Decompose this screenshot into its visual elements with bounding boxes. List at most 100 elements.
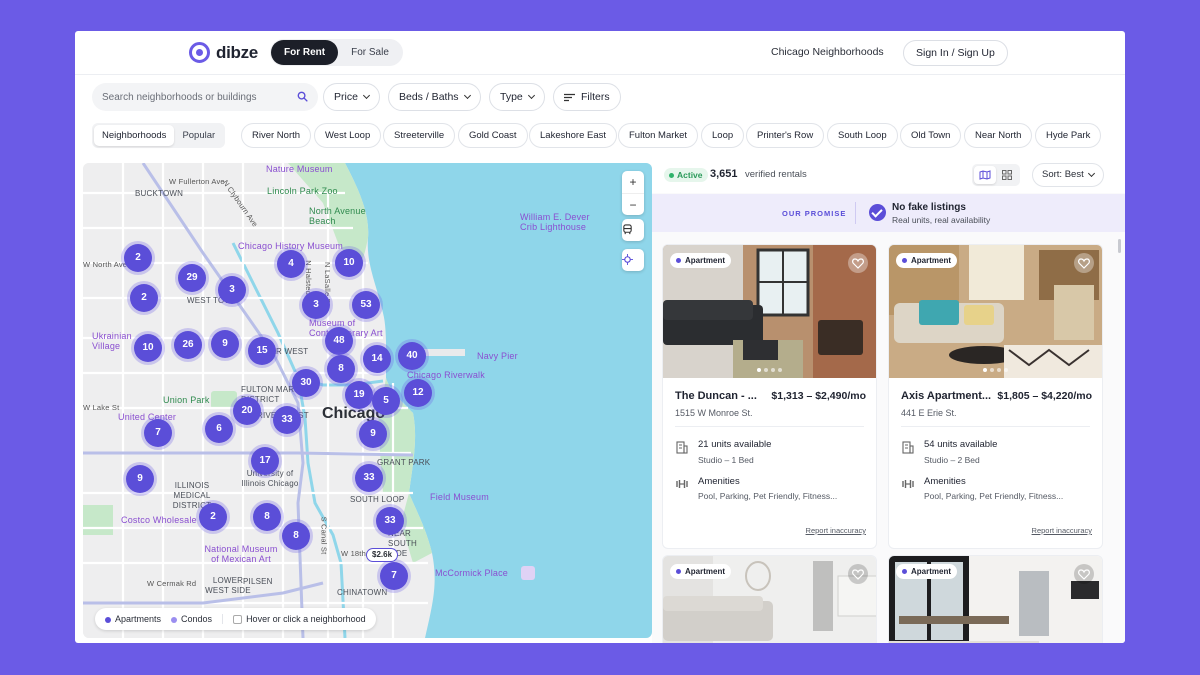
- map-cluster[interactable]: 12: [404, 379, 432, 407]
- map-cluster[interactable]: 7: [144, 419, 172, 447]
- listing-card[interactable]: Apartment Axis Apartment... $1,805 – $4,…: [888, 244, 1103, 549]
- map-cluster[interactable]: 33: [376, 507, 404, 535]
- map-cluster[interactable]: 3: [218, 276, 246, 304]
- pagination-dot[interactable]: [1004, 368, 1008, 372]
- map[interactable]: BUCKTOWN W Fullerton Ave N Clybourn Ave …: [83, 163, 652, 638]
- pagination-dot[interactable]: [764, 368, 768, 372]
- map-cluster[interactable]: 19: [345, 381, 373, 409]
- legend-hint[interactable]: Hover or click a neighborhood: [222, 613, 366, 625]
- listing-type-label: Apartment: [911, 567, 952, 576]
- map-cluster[interactable]: 8: [282, 522, 310, 550]
- map-cluster[interactable]: 6: [205, 415, 233, 443]
- chip-fulton-market[interactable]: Fulton Market: [618, 123, 699, 148]
- map-cluster[interactable]: 40: [398, 342, 426, 370]
- status-dot-icon: [669, 173, 674, 179]
- pagination-dot[interactable]: [997, 368, 1001, 372]
- map-cluster[interactable]: 2: [124, 244, 152, 272]
- more-filters-button[interactable]: Filters: [553, 83, 621, 111]
- listing-name[interactable]: Axis Apartment...: [901, 390, 991, 402]
- pagination-dot[interactable]: [983, 368, 987, 372]
- pagination-dot[interactable]: [771, 368, 775, 372]
- map-cluster[interactable]: 20: [233, 397, 261, 425]
- search-input[interactable]: [102, 91, 287, 103]
- zoom-out-button[interactable]: −: [622, 193, 644, 215]
- map-cluster[interactable]: 10: [335, 249, 363, 277]
- report-inaccuracy-link[interactable]: Report inaccuracy: [1032, 526, 1092, 535]
- favorite-button[interactable]: [848, 564, 868, 584]
- map-cluster[interactable]: 4: [277, 250, 305, 278]
- map-cluster[interactable]: 33: [355, 464, 383, 492]
- favorite-button[interactable]: [1074, 564, 1094, 584]
- sort-dropdown[interactable]: Sort: Best: [1032, 163, 1104, 187]
- legend-condos: Condos: [171, 614, 212, 624]
- map-cluster[interactable]: 33: [273, 406, 301, 434]
- map-cluster[interactable]: 30: [292, 369, 320, 397]
- map-cluster[interactable]: 8: [327, 355, 355, 383]
- logo[interactable]: dibze: [189, 42, 258, 63]
- pagination-dot[interactable]: [778, 368, 782, 372]
- map-cluster[interactable]: 17: [251, 447, 279, 475]
- map-cluster[interactable]: 53: [352, 291, 380, 319]
- results-scrollbar[interactable]: [1118, 239, 1121, 253]
- map-cluster[interactable]: 29: [178, 264, 206, 292]
- map-cluster[interactable]: 2: [199, 503, 227, 531]
- chip-hyde-park[interactable]: Hyde Park: [1035, 123, 1102, 148]
- map-cluster[interactable]: 3: [302, 291, 330, 319]
- zoom-in-button[interactable]: +: [622, 171, 644, 193]
- tab-popular[interactable]: Popular: [174, 125, 223, 146]
- grid-view-button[interactable]: [996, 166, 1018, 184]
- map-cluster[interactable]: 10: [134, 334, 162, 362]
- map-cluster[interactable]: 7: [380, 562, 408, 590]
- transit-toggle[interactable]: [622, 219, 644, 241]
- listing-photo[interactable]: Apartment: [889, 556, 1102, 643]
- signin-button[interactable]: Sign In / Sign Up: [903, 40, 1008, 66]
- map-cluster[interactable]: 2: [130, 284, 158, 312]
- map-cluster[interactable]: 8: [253, 503, 281, 531]
- chip-gold-coast[interactable]: Gold Coast: [458, 123, 528, 148]
- check-icon: [869, 204, 886, 221]
- listing-photo[interactable]: Apartment: [663, 556, 876, 643]
- listing-name[interactable]: The Duncan - ...: [675, 390, 757, 402]
- map-cluster[interactable]: 15: [248, 337, 276, 365]
- beds-baths-filter[interactable]: Beds / Baths: [388, 83, 481, 111]
- pagination-dot[interactable]: [757, 368, 761, 372]
- listing-card[interactable]: Apartment: [662, 555, 877, 643]
- chip-streeterville[interactable]: Streeterville: [383, 123, 456, 148]
- listing-card[interactable]: Apartment The Duncan - ... $1,313 – $2,4…: [662, 244, 877, 549]
- search-icon[interactable]: [297, 91, 308, 102]
- chip-old-town[interactable]: Old Town: [900, 123, 962, 148]
- chip-loop[interactable]: Loop: [701, 123, 745, 148]
- price-filter[interactable]: Price: [323, 83, 380, 111]
- chip-printers-row[interactable]: Printer's Row: [746, 123, 825, 148]
- chip-lakeshore-east[interactable]: Lakeshore East: [529, 123, 618, 148]
- map-cluster[interactable]: 5: [372, 387, 400, 415]
- tab-for-rent[interactable]: For Rent: [271, 40, 339, 65]
- chip-near-north[interactable]: Near North: [964, 123, 1033, 148]
- locate-button[interactable]: [622, 249, 644, 271]
- building-icon: [902, 441, 914, 454]
- map-cluster[interactable]: 9: [211, 330, 239, 358]
- map-cluster[interactable]: 9: [126, 465, 154, 493]
- map-cluster[interactable]: 9: [359, 420, 387, 448]
- favorite-button[interactable]: [848, 253, 868, 273]
- tab-for-sale[interactable]: For Sale: [338, 40, 402, 65]
- map-cluster[interactable]: 26: [174, 331, 202, 359]
- chip-river-north[interactable]: River North: [241, 123, 312, 148]
- chip-south-loop[interactable]: South Loop: [827, 123, 898, 148]
- chip-west-loop[interactable]: West Loop: [314, 123, 382, 148]
- favorite-button[interactable]: [1074, 253, 1094, 273]
- map-cluster[interactable]: 14: [363, 345, 391, 373]
- listing-card[interactable]: Apartment: [888, 555, 1103, 643]
- map-view-button[interactable]: [974, 166, 996, 184]
- map-price-tag[interactable]: $2.6k: [366, 548, 399, 562]
- map-cluster[interactable]: 48: [325, 327, 353, 355]
- pagination-dot[interactable]: [990, 368, 994, 372]
- chicago-neighborhoods-link[interactable]: Chicago Neighborhoods: [771, 46, 884, 58]
- map-poi-field-museum: Field Museum: [430, 492, 489, 502]
- tab-neighborhoods[interactable]: Neighborhoods: [94, 125, 175, 146]
- report-inaccuracy-link[interactable]: Report inaccuracy: [806, 526, 866, 535]
- listing-photo[interactable]: Apartment: [889, 245, 1102, 378]
- type-filter[interactable]: Type: [489, 83, 545, 111]
- listing-photo[interactable]: Apartment: [663, 245, 876, 378]
- chevron-down-icon: [1087, 169, 1095, 178]
